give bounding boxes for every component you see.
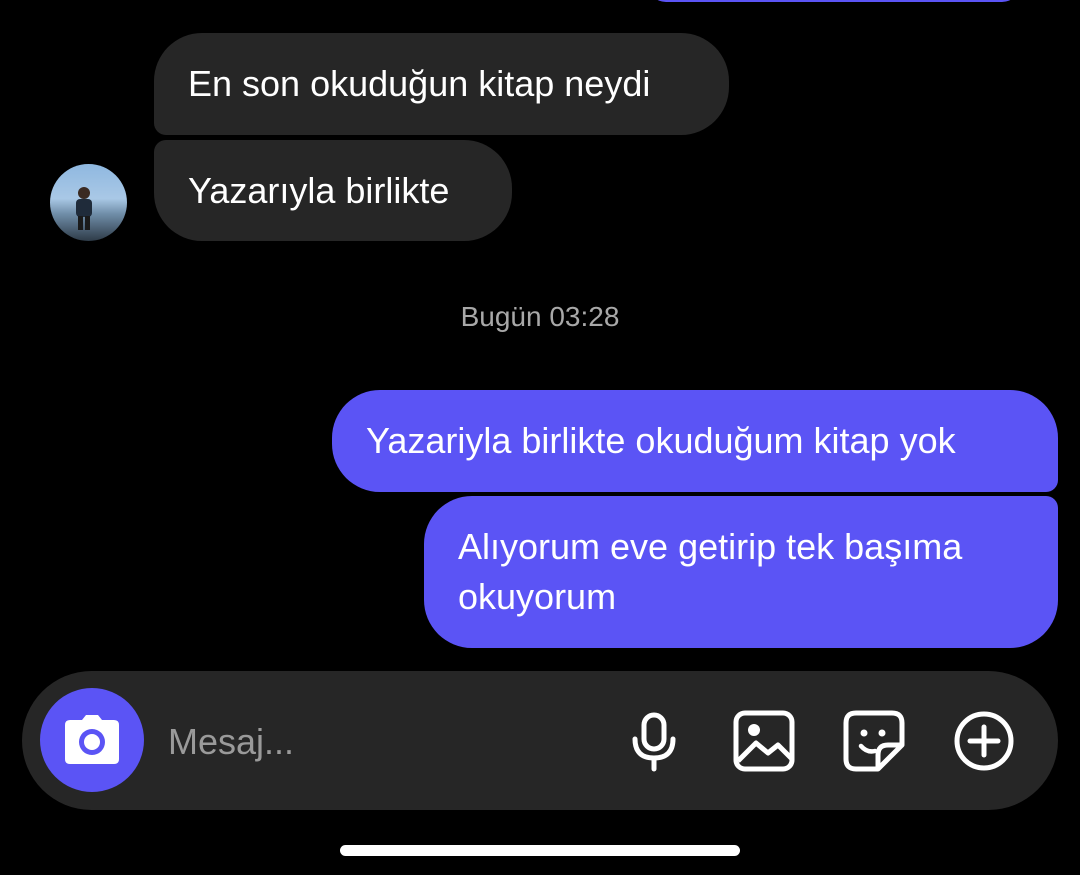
outgoing-message[interactable]: Alıyorum eve getirip tek başıma okuyorum xyxy=(424,496,1058,648)
chat-screen: En son okuduğun kitap neydi Yazarıyla bi… xyxy=(0,0,1080,875)
camera-button[interactable] xyxy=(40,688,144,792)
outgoing-message[interactable]: Yazariyla birlikte okuduğum kitap yok xyxy=(332,390,1058,492)
microphone-icon[interactable] xyxy=(622,709,686,773)
contact-avatar[interactable] xyxy=(50,164,127,241)
camera-icon xyxy=(65,715,119,764)
message-input[interactable] xyxy=(166,716,620,768)
incoming-message[interactable]: En son okuduğun kitap neydi xyxy=(154,33,729,135)
plus-icon[interactable] xyxy=(952,709,1016,773)
home-indicator[interactable] xyxy=(340,845,740,856)
sticker-icon[interactable] xyxy=(842,709,906,773)
avatar-person-icon xyxy=(76,187,92,230)
gallery-icon[interactable] xyxy=(732,709,796,773)
message-timestamp: Bugün 03:28 xyxy=(460,301,620,332)
previous-outgoing-message-edge[interactable] xyxy=(648,0,1020,2)
incoming-message[interactable]: Yazarıyla birlikte xyxy=(154,140,512,241)
message-composer xyxy=(22,671,1058,810)
